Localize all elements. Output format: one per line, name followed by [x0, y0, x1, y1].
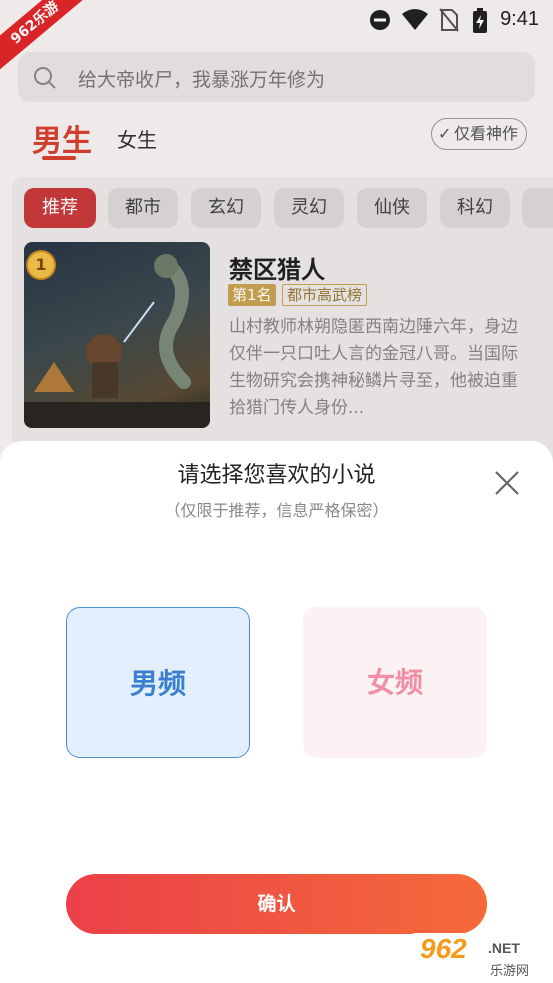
female-novel-option[interactable]: 女频 [303, 607, 487, 758]
watermark-subtitle: 乐游网 [490, 964, 530, 979]
close-icon[interactable] [492, 468, 522, 498]
watermark-net: .NET [488, 940, 520, 956]
confirm-button[interactable]: 确认 [66, 874, 487, 934]
watermark-number: 962 [420, 933, 467, 964]
sheet-title: 请选择您喜欢的小说 [177, 463, 376, 488]
male-novel-option[interactable]: 男频 [66, 607, 250, 758]
sheet-subtitle: （仅限于推荐，信息严格保密） [164, 501, 389, 520]
